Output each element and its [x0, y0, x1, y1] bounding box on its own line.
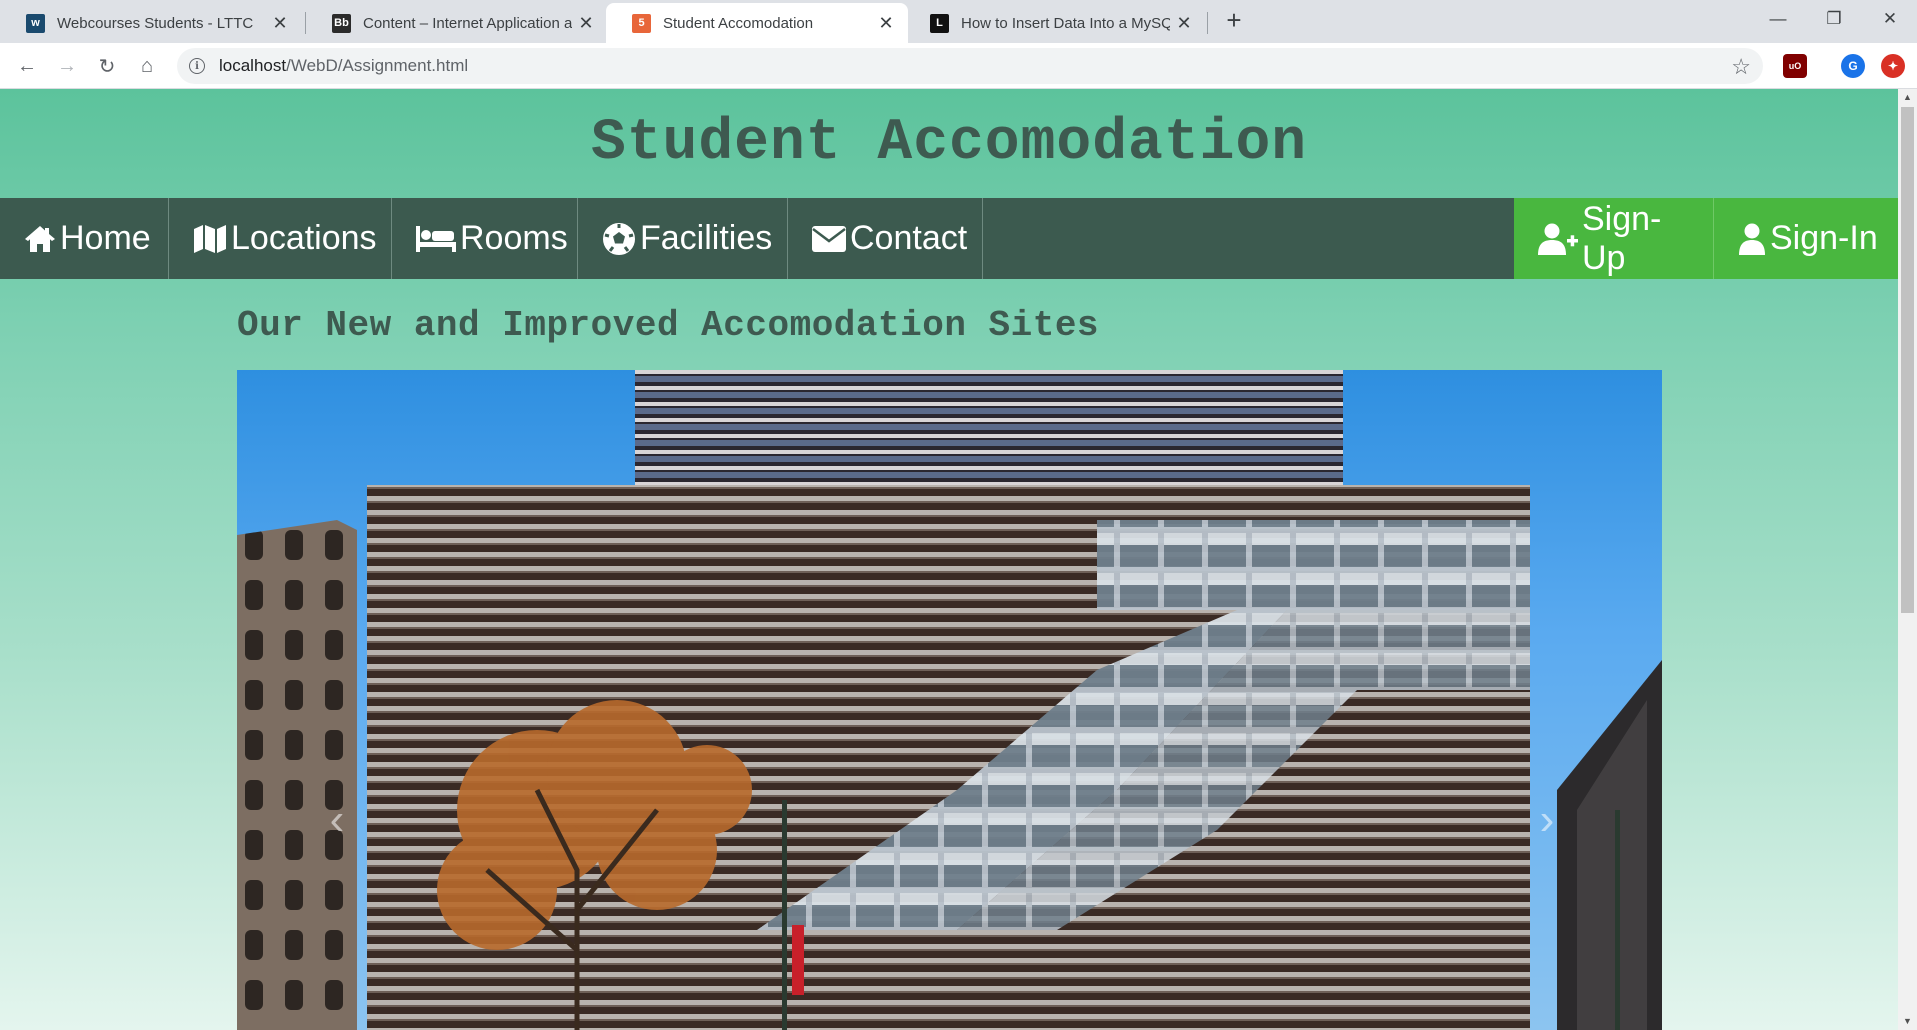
nav-facilities[interactable]: Facilities: [578, 198, 788, 279]
nav-home[interactable]: Home: [0, 198, 169, 279]
webcourses-icon: w: [26, 13, 45, 33]
chevron-right-icon[interactable]: ›: [1527, 790, 1567, 850]
site-info-icon[interactable]: i: [189, 58, 205, 74]
site-title: Student Accomodation: [590, 111, 1308, 176]
home-icon: [25, 225, 55, 252]
minimize-icon[interactable]: —: [1750, 0, 1806, 38]
close-tab-icon[interactable]: ✕: [1176, 13, 1192, 34]
reload-icon[interactable]: ↻: [91, 50, 123, 82]
forward-icon[interactable]: →: [51, 50, 83, 82]
map-icon: [194, 224, 226, 253]
nav-sign-in[interactable]: Sign-In: [1714, 198, 1898, 279]
url-text: localhost/WebD/Assignment.html: [219, 56, 469, 75]
scrollbar-thumb[interactable]: [1901, 107, 1914, 613]
close-window-icon[interactable]: ✕: [1862, 0, 1917, 38]
nav-label: Contact: [850, 219, 968, 257]
nav-label: Rooms: [460, 219, 568, 257]
tab-divider: [1207, 12, 1208, 34]
chevron-left-icon[interactable]: ‹: [317, 790, 357, 850]
extension-red-icon[interactable]: ✦: [1881, 54, 1905, 78]
profile-avatar[interactable]: G: [1841, 54, 1865, 78]
new-tab-icon[interactable]: +: [1220, 6, 1248, 34]
main-navbar: Home Locations Rooms Facilities Contact …: [0, 198, 1898, 279]
browser-tab[interactable]: L How to Insert Data Into a MySQL ✕: [904, 3, 1206, 43]
page-viewport: Student Accomodation Home Locations Room…: [0, 89, 1898, 1030]
nav-label: Sign-Up: [1582, 199, 1662, 277]
l-icon: L: [930, 13, 949, 33]
restore-icon[interactable]: ❐: [1806, 0, 1862, 38]
scroll-up-icon[interactable]: ▲: [1898, 89, 1917, 106]
ublock-extension-icon[interactable]: uO: [1783, 54, 1807, 78]
tab-title: Student Accomodation: [663, 14, 814, 32]
bookmark-star-icon[interactable]: ☆: [1731, 54, 1751, 80]
address-bar[interactable]: i localhost/WebD/Assignment.html ☆: [177, 48, 1763, 84]
close-tab-icon[interactable]: ✕: [272, 13, 288, 34]
tab-title: How to Insert Data Into a MySQL: [961, 14, 1170, 32]
close-tab-icon[interactable]: ✕: [578, 13, 594, 34]
html-file-icon: 5: [632, 13, 651, 33]
browser-tab[interactable]: w Webcourses Students - LTTC ✕: [0, 3, 302, 43]
nav-rooms[interactable]: Rooms: [392, 198, 578, 279]
page-scrollbar[interactable]: ▲ ▼: [1898, 89, 1917, 1030]
tab-title: Webcourses Students - LTTC: [57, 14, 254, 32]
user-plus-icon: [1538, 223, 1578, 255]
blackboard-icon: Bb: [332, 13, 351, 33]
browser-tab-active[interactable]: 5 Student Accomodation ✕: [606, 3, 908, 43]
browser-toolbar: ← → ↻ ⌂ i localhost/WebD/Assignment.html…: [0, 43, 1917, 89]
nav-label: Locations: [231, 219, 377, 257]
nav-sign-up[interactable]: Sign-Up: [1514, 198, 1714, 279]
browser-tab[interactable]: Bb Content – Internet Application ar ✕: [306, 3, 608, 43]
section-heading: Our New and Improved Accomodation Sites: [237, 305, 1100, 346]
nav-label: Home: [60, 219, 151, 257]
nav-locations[interactable]: Locations: [169, 198, 392, 279]
nav-label: Facilities: [640, 219, 773, 257]
envelope-icon: [812, 225, 846, 252]
home-button-icon[interactable]: ⌂: [131, 50, 163, 82]
bed-icon: [416, 225, 456, 252]
back-icon[interactable]: ←: [11, 50, 43, 82]
modern-building-photo: [237, 370, 1662, 1030]
browser-tab-strip: w Webcourses Students - LTTC ✕ Bb Conten…: [0, 0, 1917, 43]
image-carousel[interactable]: ‹ ›: [237, 370, 1662, 1030]
close-tab-icon[interactable]: ✕: [878, 13, 894, 34]
soccer-ball-icon: [603, 222, 635, 255]
user-icon: [1739, 223, 1765, 255]
nav-label: Sign-In: [1770, 219, 1878, 257]
nav-contact[interactable]: Contact: [788, 198, 983, 279]
scroll-down-icon[interactable]: ▼: [1898, 1013, 1917, 1030]
tab-title: Content – Internet Application ar: [363, 14, 572, 32]
